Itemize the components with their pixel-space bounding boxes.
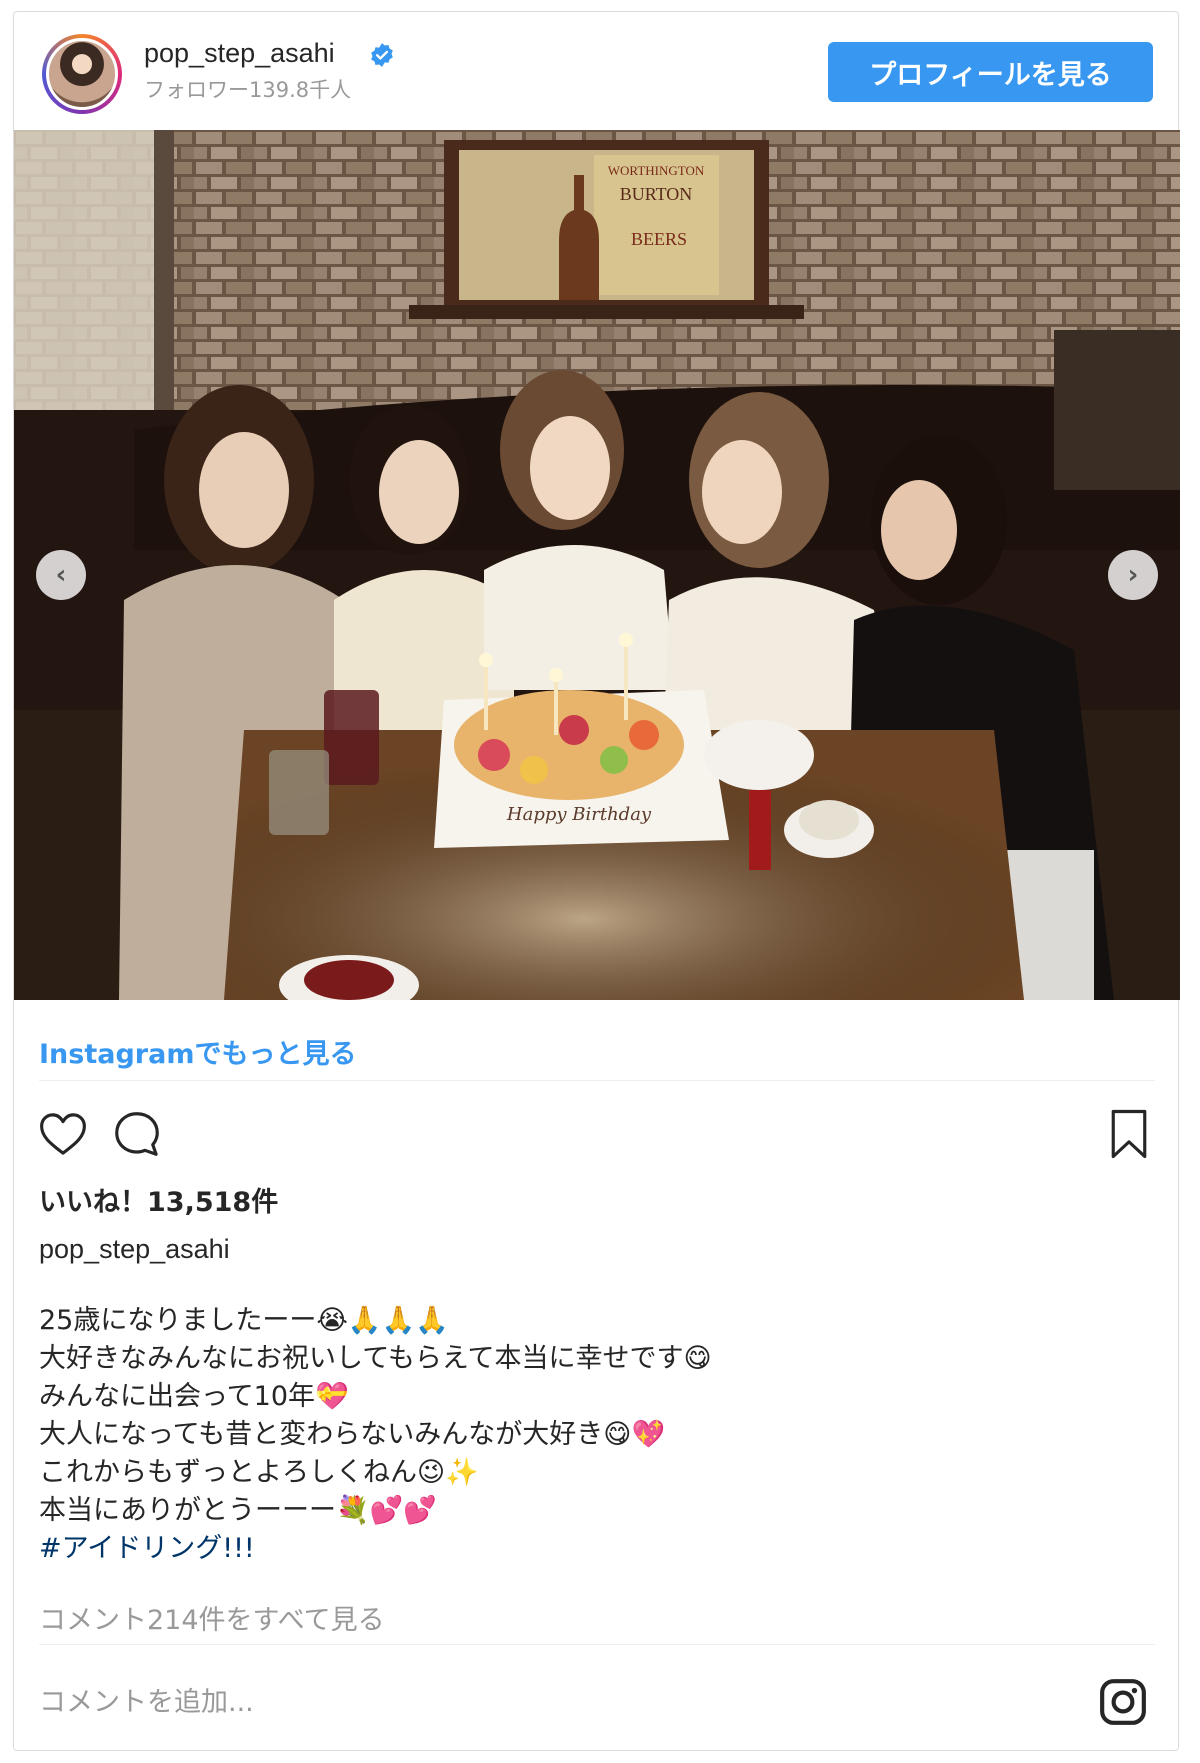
hashtag-link[interactable]: #アイドリング!!! [39, 1530, 1139, 1568]
follower-count: フォロワー139.8千人 [144, 78, 352, 102]
photo-illustration: WORTHINGTON BURTON BEERS Happy Birthday [14, 130, 1180, 1000]
caption-line: 本当にありがとうーーー💐💕💕 [39, 1495, 437, 1526]
sign-text-3: BEERS [631, 229, 687, 249]
view-more-on-instagram-link[interactable]: Instagramでもっと見る [39, 1032, 356, 1071]
add-comment-input[interactable] [39, 1672, 1039, 1732]
instagram-logo-icon[interactable] [1098, 1677, 1148, 1727]
divider [39, 1644, 1155, 1645]
header-username[interactable]: pop_step_asahi [144, 38, 335, 69]
plate-text: Happy Birthday [506, 804, 652, 825]
avatar-image [46, 38, 118, 110]
view-all-comments-link[interactable]: コメント214件をすべて見る [39, 1598, 385, 1637]
like-count[interactable]: いいね！13,518件 [39, 1180, 278, 1219]
caption-line: 25歳になりましたーー😭🙏🙏🙏 [39, 1305, 449, 1336]
sign-text-1: WORTHINGTON [608, 163, 705, 178]
comment-icon[interactable] [110, 1107, 164, 1161]
carousel-prev-button[interactable]: ‹ [36, 550, 86, 600]
caption-username[interactable]: pop_step_asahi [39, 1234, 230, 1265]
bookmark-icon[interactable] [1102, 1107, 1156, 1161]
avatar[interactable] [42, 34, 122, 114]
heart-icon[interactable] [36, 1107, 90, 1161]
post-photo[interactable]: WORTHINGTON BURTON BEERS Happy Birthday … [14, 130, 1180, 1000]
caption-line: 大人になっても昔と変わらないみんなが大好き😋💖 [39, 1419, 666, 1450]
caption-line: みんなに出会って10年💝 [39, 1381, 349, 1412]
divider [39, 1080, 1155, 1081]
verified-badge-icon [371, 43, 393, 67]
instagram-embed-card: pop_step_asahi フォロワー139.8千人 プロフィールを見る WO… [13, 11, 1180, 1751]
carousel-next-button[interactable]: › [1108, 550, 1158, 600]
caption-text: 25歳になりましたーー😭🙏🙏🙏 大好きなみんなにお祝いしてもらえて本当に幸せです… [39, 1302, 1139, 1568]
view-profile-button[interactable]: プロフィールを見る [828, 42, 1153, 102]
sign-text-2: BURTON [620, 184, 693, 204]
post-header: pop_step_asahi フォロワー139.8千人 プロフィールを見る [14, 12, 1178, 130]
caption-line: 大好きなみんなにお祝いしてもらえて本当に幸せです😋 [39, 1343, 712, 1374]
caption-line: これからもずっとよろしくねん😉✨ [39, 1457, 479, 1488]
